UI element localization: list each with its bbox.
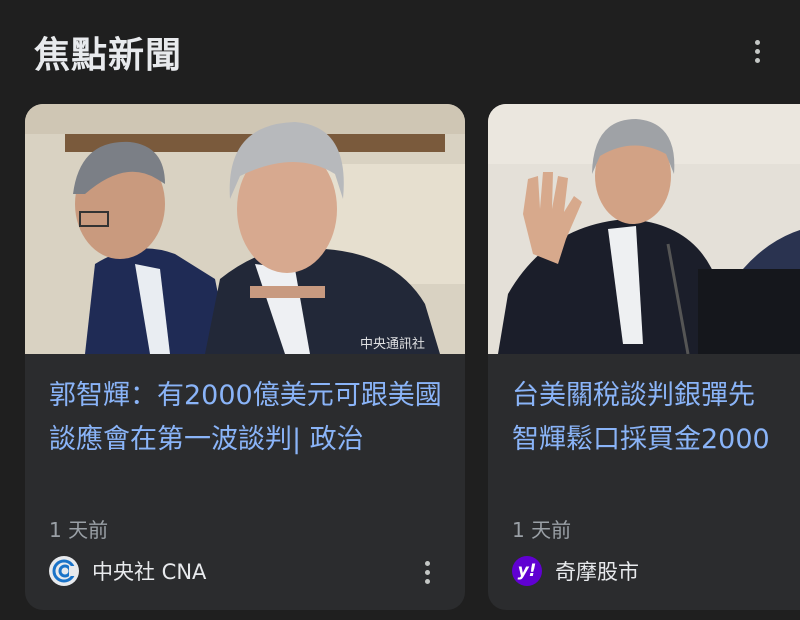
news-source: y! 奇摩股市 (512, 555, 800, 587)
news-timestamp: 1 天前 (512, 518, 572, 542)
news-timestamp: 1 天前 (49, 518, 109, 542)
news-card[interactable]: 中央通訊社 郭智輝：有2000億美元可跟美國談應會在第一波談判| 政治 1 天前… (25, 104, 465, 610)
source-name: 奇摩股市 (555, 560, 639, 584)
news-card[interactable]: 台美關稅談判銀彈先 智輝鬆口採買金2000 1 天前 y! 奇摩股市 (488, 104, 800, 610)
news-headline[interactable]: 台美關稅談判銀彈先 智輝鬆口採買金2000 (512, 374, 800, 462)
news-thumbnail: 中央通訊社 (25, 104, 465, 354)
more-options-icon[interactable] (742, 36, 772, 66)
source-name: 中央社 CNA (92, 560, 207, 584)
headline-line: 台美關稅談判銀彈先 (512, 380, 755, 411)
headline-line: 智輝鬆口採買金2000 (512, 424, 770, 455)
news-thumbnail (488, 104, 800, 354)
cna-logo-icon (49, 556, 79, 586)
card-more-options-icon[interactable] (415, 558, 439, 586)
image-watermark: 中央通訊社 (360, 336, 425, 352)
news-headline[interactable]: 郭智輝：有2000億美元可跟美國談應會在第一波談判| 政治 (49, 374, 445, 462)
page-title: 焦點新聞 (34, 35, 183, 76)
yahoo-logo-icon: y! (512, 556, 542, 586)
news-source: 中央社 CNA (49, 555, 441, 587)
